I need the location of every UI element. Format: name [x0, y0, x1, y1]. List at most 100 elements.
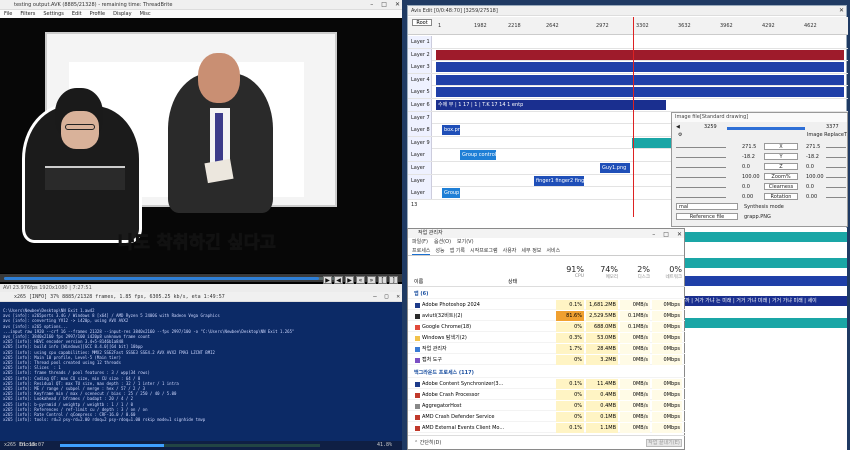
timeline-clip[interactable]	[436, 87, 844, 98]
layer-name[interactable]: Layer 7	[408, 111, 432, 124]
prev-frame-icon[interactable]: ◀	[334, 276, 343, 284]
timeline-clip[interactable]	[436, 49, 844, 60]
timeline-clip[interactable]: Group	[442, 188, 460, 199]
layer-name[interactable]: Layer 12	[408, 174, 432, 196]
column-name[interactable]: 이름	[414, 278, 423, 285]
column-memory[interactable]: 74% 메모리	[586, 265, 618, 287]
layer-name[interactable]: Layer 1	[408, 36, 432, 48]
process-row[interactable]: 캡처 도구 0% 3.2MB 0MB/s 0Mbps	[408, 355, 686, 365]
video-frame[interactable]: 나도 착취하긴 싶다고	[0, 18, 402, 273]
menu-filters[interactable]: Filters	[20, 11, 35, 17]
process-row[interactable]: aviutl(32비트)(2) 81.6% 2,529.5MB 0.1MB/s 0Mbp…	[408, 311, 686, 321]
tab-processes[interactable]: 프로세스	[412, 246, 431, 255]
forward-icon[interactable]: »	[367, 276, 376, 284]
parameter-label-button[interactable]: Z	[764, 163, 798, 170]
maximize-icon[interactable]: □	[385, 293, 389, 300]
layer-row[interactable]: Layer 5	[408, 86, 848, 99]
layer-name[interactable]: Layer 6	[408, 99, 432, 111]
timeline-clip[interactable]: box.png	[442, 125, 460, 136]
chevron-up-icon[interactable]: ⌃	[414, 440, 418, 446]
tab-performance[interactable]: 성능	[435, 246, 444, 255]
column-network[interactable]: 0% 네트워크	[652, 265, 682, 287]
layer-row[interactable]: Layer 2	[408, 48, 848, 62]
parameter-slider-right[interactable]	[826, 187, 846, 188]
column-cpu[interactable]: 91% CPU	[556, 265, 584, 287]
parameter-slider-left[interactable]	[676, 177, 726, 178]
parameter-value-left[interactable]: -18.2	[742, 153, 755, 161]
frame-end[interactable]: 3377	[826, 123, 839, 131]
layer-name[interactable]: Layer 8	[408, 124, 432, 137]
process-row[interactable]: Google Chrome(18) 0% 688.0MB 0.1MB/s 0Mbps	[408, 322, 686, 332]
parameter-slider-right[interactable]	[826, 167, 846, 168]
timeline-ruler[interactable]: Root 1 1982 2218 2642 2972 3302 3632 396…	[408, 17, 848, 35]
rewind-icon[interactable]: ◀	[676, 123, 680, 131]
tab-app-history[interactable]: 앱 기록	[450, 246, 465, 255]
parameter-slider-right[interactable]	[826, 157, 846, 158]
parameter-slider-right[interactable]	[826, 197, 846, 198]
layer-row[interactable]: Layer 3	[408, 61, 848, 74]
play-icon[interactable]: ▶	[323, 276, 332, 284]
process-row[interactable]: AggregatorHost 0% 0.4MB 0MB/s 0Mbps	[408, 401, 686, 411]
maximize-icon[interactable]: □	[381, 1, 387, 8]
process-row[interactable]: Adobe Photoshop 2024 0.1% 1,681.2MB 0MB/s 0M…	[408, 300, 686, 310]
parameter-slider-right[interactable]	[826, 147, 846, 148]
rewind-icon[interactable]: «	[356, 276, 365, 284]
parameter-label-button[interactable]: Clearness	[764, 183, 798, 190]
parameter-value-right[interactable]: 0.0	[806, 183, 814, 191]
layer-row[interactable]: Layer 4	[408, 73, 848, 87]
maximize-icon[interactable]: □	[663, 230, 669, 239]
process-row[interactable]: AMD Crash Defender Service 0% 0.1MB 0MB/s 0M…	[408, 412, 686, 422]
parameter-slider-left[interactable]	[676, 167, 726, 168]
close-icon[interactable]: ✕	[396, 293, 400, 300]
timeline-clip[interactable]	[436, 62, 844, 73]
close-icon[interactable]: ✕	[839, 7, 844, 14]
process-group-header[interactable]: 앱 (6)	[408, 289, 686, 299]
parameter-value-right[interactable]: -18.2	[806, 153, 819, 161]
parameter-value-right[interactable]: 0.00	[806, 193, 817, 201]
minimize-icon[interactable]: –	[373, 293, 377, 300]
end-task-button[interactable]: 작업 끝내기(E)	[646, 439, 682, 447]
parameter-slider-left[interactable]	[676, 197, 726, 198]
parameter-value-right[interactable]: 271.5	[806, 143, 820, 151]
timeline-clip[interactable]: Guy1.png	[600, 163, 630, 173]
synthesis-mode-select[interactable]: mal	[676, 203, 738, 210]
next-frame-icon[interactable]: ▶	[345, 276, 354, 284]
close-icon[interactable]: ✕	[677, 230, 682, 239]
parameter-value-left[interactable]: 0.0	[742, 183, 750, 191]
parameter-value-left[interactable]: 271.5	[742, 143, 756, 151]
parameter-slider-right[interactable]	[826, 177, 846, 178]
timeline-clip[interactable]: Group control	[460, 150, 496, 161]
parameter-value-right[interactable]: 0.0	[806, 163, 814, 171]
parameter-slider-left[interactable]	[676, 157, 726, 158]
fewer-details-link[interactable]: 간단히(D)	[420, 440, 442, 446]
frame-range-slider[interactable]	[727, 127, 805, 130]
layer-name[interactable]: Layer 10	[408, 149, 432, 170]
tab-services[interactable]: 서비스	[546, 246, 560, 255]
layer-name[interactable]: Layer 3	[408, 61, 432, 74]
gear-icon[interactable]: ⚙	[678, 131, 682, 139]
layer-name[interactable]: Layer 2	[408, 48, 432, 61]
parameter-value-left[interactable]: 100.00	[742, 173, 760, 181]
layer-row[interactable]: Layer 1	[408, 36, 848, 49]
playhead[interactable]	[633, 17, 634, 217]
menu-view[interactable]: 보기(V)	[457, 238, 474, 246]
layer-row[interactable]: Layer 6 수에 부 | 1 17 | 1 | T.K 17 14 1 ent…	[408, 99, 848, 112]
process-row[interactable]: Windows 탐색기(2) 0.3% 53.0MB 0MB/s 0Mbps	[408, 333, 686, 343]
menu-file[interactable]: 파일(F)	[412, 238, 428, 246]
layer-name[interactable]: Layer 4	[408, 73, 432, 86]
tab-details[interactable]: 세부 정보	[521, 246, 541, 255]
process-row[interactable]: 작업 관리자 1.7% 28.4MB 0MB/s 0Mbps	[408, 344, 686, 354]
menu-profile[interactable]: Profile	[90, 11, 106, 17]
tab-startup[interactable]: 시작프로그램	[470, 246, 498, 255]
parameter-label-button[interactable]: Y	[764, 153, 798, 160]
parameter-label-button[interactable]: Zoom%	[764, 173, 798, 180]
column-disk[interactable]: 2% 디스크	[620, 265, 650, 287]
menu-display[interactable]: Display	[113, 11, 131, 17]
layer-name[interactable]: Layer 9	[408, 136, 432, 149]
menu-file[interactable]: File	[4, 11, 12, 17]
parameter-value-right[interactable]: 100.00	[806, 173, 824, 181]
close-icon[interactable]: ✕	[395, 1, 400, 8]
parameter-slider-left[interactable]	[676, 147, 726, 148]
column-status[interactable]: 상태	[508, 278, 517, 285]
layer-name[interactable]: Layer 11	[408, 162, 432, 183]
